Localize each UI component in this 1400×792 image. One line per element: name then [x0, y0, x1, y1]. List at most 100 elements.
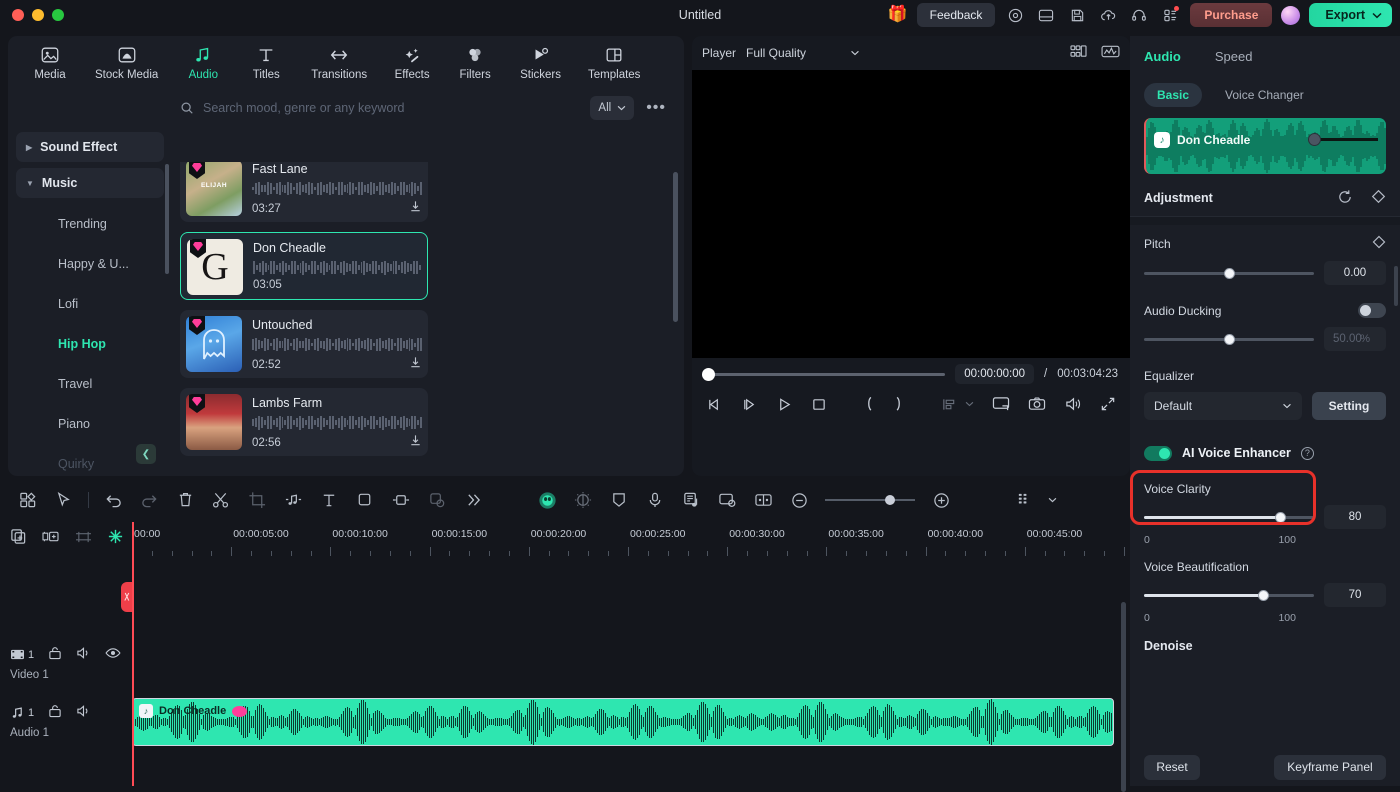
- text-tool-icon[interactable]: [311, 485, 347, 515]
- tab-audio[interactable]: Audio: [1144, 49, 1181, 64]
- cloud-upload-icon[interactable]: [1097, 4, 1119, 26]
- more-tools-icon[interactable]: [455, 485, 491, 515]
- category-item-happy[interactable]: Happy & U...: [16, 244, 164, 284]
- tab-stock-media[interactable]: Stock Media: [85, 41, 168, 85]
- audio-ducking-value[interactable]: 50.00: [1324, 327, 1386, 351]
- save-icon[interactable]: [1066, 4, 1088, 26]
- current-timecode[interactable]: 00:00:00:00: [955, 364, 1035, 384]
- voice-beautification-knob[interactable]: [1258, 589, 1269, 601]
- timeline-options-dropdown-icon[interactable]: [1043, 485, 1061, 515]
- voice-beautification-value[interactable]: 70: [1324, 583, 1386, 607]
- search-container[interactable]: [180, 101, 583, 115]
- add-keyframe-icon[interactable]: [1371, 189, 1386, 207]
- render-preview-icon[interactable]: [1007, 485, 1043, 515]
- tab-filters[interactable]: Filters: [447, 41, 503, 85]
- category-group-sound-effect[interactable]: ▶ Sound Effect: [16, 132, 164, 162]
- equalizer-select[interactable]: Default: [1144, 392, 1302, 420]
- music-list-scrollbar[interactable]: [673, 172, 678, 322]
- delete-icon[interactable]: [167, 485, 203, 515]
- color-wheel-icon[interactable]: [565, 485, 601, 515]
- seek-bar[interactable]: [702, 367, 946, 381]
- purchase-button[interactable]: Purchase: [1190, 3, 1273, 27]
- download-icon[interactable]: [409, 356, 422, 374]
- keyframe-range-icon[interactable]: [383, 485, 419, 515]
- feedback-button[interactable]: Feedback: [916, 3, 996, 27]
- apps-grid-icon[interactable]: [10, 485, 46, 515]
- undo-icon[interactable]: [95, 485, 131, 515]
- shield-mask-icon[interactable]: [601, 485, 637, 515]
- tab-titles[interactable]: Titles: [238, 41, 294, 85]
- tab-transitions[interactable]: Transitions: [301, 41, 377, 85]
- tab-media[interactable]: Media: [22, 41, 78, 85]
- next-frame-button[interactable]: [741, 397, 758, 412]
- tab-templates[interactable]: Templates: [578, 41, 650, 85]
- voice-clarity-slider[interactable]: [1144, 511, 1314, 523]
- category-item-trending[interactable]: Trending: [16, 204, 164, 244]
- list-item[interactable]: G Don Cheadle 03:05: [180, 232, 428, 300]
- subtab-basic[interactable]: Basic: [1144, 83, 1203, 107]
- pitch-keyframe-icon[interactable]: [1372, 235, 1386, 252]
- avatar[interactable]: [1281, 5, 1301, 25]
- reset-button[interactable]: Reset: [1144, 754, 1200, 780]
- group-clips-icon[interactable]: [41, 529, 60, 549]
- seek-knob[interactable]: [702, 367, 715, 381]
- reset-adjustment-icon[interactable]: [1337, 189, 1353, 208]
- timeline-vertical-scrollbar[interactable]: [1121, 602, 1126, 792]
- help-icon[interactable]: ?: [1300, 446, 1314, 460]
- fullscreen-icon[interactable]: [1100, 396, 1116, 412]
- ai-assistant-icon[interactable]: [529, 485, 565, 515]
- download-icon[interactable]: [409, 434, 422, 452]
- category-item-lofi[interactable]: Lofi: [16, 284, 164, 324]
- more-options-button[interactable]: •••: [642, 99, 670, 117]
- audio-preview[interactable]: ♪ Don Cheadle: [1144, 118, 1386, 174]
- markers-button[interactable]: [941, 397, 957, 412]
- pitch-slider-knob[interactable]: [1224, 267, 1235, 279]
- camera-icon[interactable]: [1028, 396, 1046, 412]
- subtab-voice-changer[interactable]: Voice Changer: [1212, 83, 1317, 107]
- mark-out-button[interactable]: [893, 396, 905, 412]
- selection-tool-icon[interactable]: [46, 485, 82, 515]
- category-item-hip-hop[interactable]: Hip Hop: [16, 324, 164, 364]
- pitch-value[interactable]: 0.00: [1324, 261, 1386, 285]
- waveform-view-icon[interactable]: [1101, 44, 1120, 62]
- shape-tool-icon[interactable]: [347, 485, 383, 515]
- zoom-slider-knob[interactable]: [885, 495, 895, 505]
- lock-track-icon[interactable]: [48, 704, 62, 721]
- add-media-icon[interactable]: [10, 528, 27, 550]
- redo-icon[interactable]: [131, 485, 167, 515]
- ai-voice-enhancer-toggle[interactable]: [1144, 445, 1172, 461]
- layout-icon[interactable]: [1035, 4, 1057, 26]
- tab-effects[interactable]: Effects: [384, 41, 440, 85]
- voice-clarity-knob[interactable]: [1275, 511, 1286, 523]
- beat-detect-icon[interactable]: [107, 528, 124, 550]
- timeline-ruler[interactable]: 00:00 00:00:05:00 00:00:10:00 00:00:15:00 00…: [132, 528, 1383, 558]
- apps-icon[interactable]: [1159, 4, 1181, 26]
- category-scrollbar[interactable]: [165, 164, 169, 274]
- audio-ducking-toggle[interactable]: [1358, 303, 1386, 318]
- snapshot-screen-icon[interactable]: [992, 396, 1010, 412]
- preview-volume-knob[interactable]: [1308, 133, 1321, 146]
- support-icon[interactable]: [1128, 4, 1150, 26]
- search-input[interactable]: [203, 101, 583, 115]
- tab-stickers[interactable]: Stickers: [510, 41, 571, 85]
- voice-clarity-value[interactable]: 80: [1324, 505, 1386, 529]
- video-preview-stage[interactable]: [692, 70, 1130, 358]
- category-item-piano[interactable]: Piano: [16, 404, 164, 444]
- audio-ducking-slider[interactable]: [1144, 333, 1314, 345]
- split-screen-icon[interactable]: [745, 485, 781, 515]
- auto-beat-sync-icon[interactable]: [673, 485, 709, 515]
- video-track-icon[interactable]: 1: [10, 648, 34, 661]
- audio-ducking-knob[interactable]: [1224, 333, 1235, 345]
- mute-track-icon[interactable]: [76, 646, 91, 663]
- mark-in-button[interactable]: [863, 396, 875, 412]
- lock-track-icon[interactable]: [48, 646, 62, 663]
- list-item[interactable]: Lambs Farm 02:56: [180, 388, 428, 456]
- keyframe-panel-button[interactable]: Keyframe Panel: [1274, 754, 1386, 780]
- markers-dropdown-icon[interactable]: [965, 401, 974, 407]
- gift-icon[interactable]: 🎁: [888, 7, 908, 23]
- audio-track-icon[interactable]: 1: [10, 706, 34, 719]
- split-scissors-icon[interactable]: [203, 485, 239, 515]
- category-group-music[interactable]: ▼ Music: [16, 168, 164, 198]
- record-icon[interactable]: [1004, 4, 1026, 26]
- microphone-icon[interactable]: [637, 485, 673, 515]
